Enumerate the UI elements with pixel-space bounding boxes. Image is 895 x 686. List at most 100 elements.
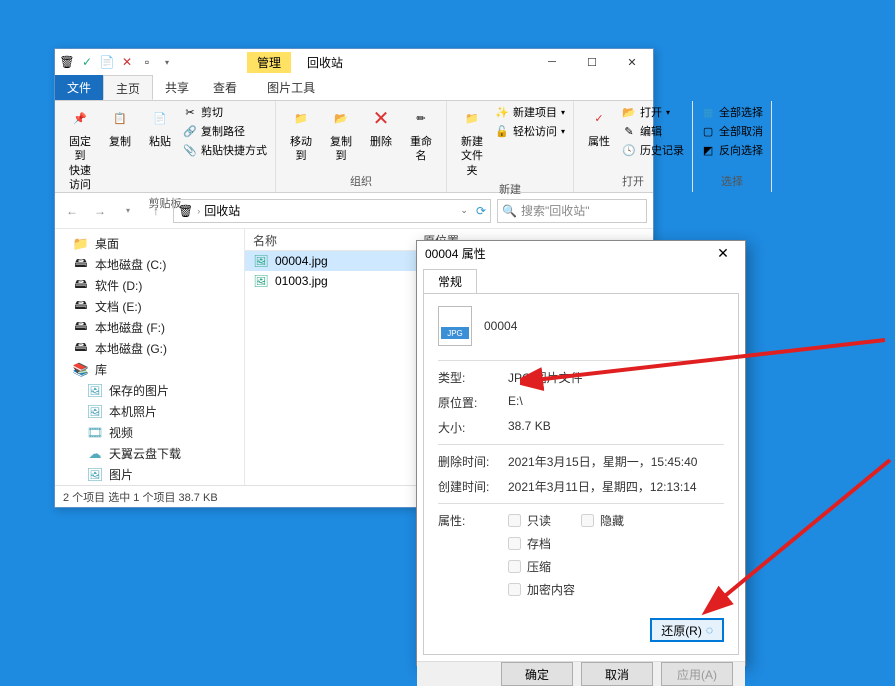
paste-shortcut-button[interactable]: 📎粘贴快捷方式 [181,141,269,159]
size-key: 大小: [438,419,508,436]
history-button[interactable]: 🕓历史记录 [620,141,686,159]
minimize-button[interactable]: ─ [535,50,569,74]
cut-button[interactable]: ✂剪切 [181,103,269,121]
nav-recent-button[interactable]: ▾ [117,200,139,222]
dialog-close-button[interactable]: ✕ [709,241,737,265]
properties-icon: ✓ [585,105,613,133]
edit-icon: ✎ [622,124,636,138]
refresh-icon[interactable]: ⟳ [476,204,486,218]
select-all-button[interactable]: ▦全部选择 [699,103,765,121]
nav-libraries[interactable]: 📚库 [55,359,244,380]
drive-icon: 🖴 [73,341,89,357]
restore-button[interactable]: 还原(R)◌ [650,618,724,642]
nav-local-c[interactable]: 🖴本地磁盘 (C:) [55,254,244,275]
qat-props-icon[interactable]: 📄 [99,54,115,70]
copy-path-button[interactable]: 🔗复制路径 [181,122,269,140]
nav-desktop[interactable]: 📁桌面 [55,233,244,254]
recycle-bin-icon: 🗑 [59,54,75,70]
readonly-checkbox[interactable]: 只读 [508,512,551,529]
copy-to-button[interactable]: 📂复制到 [322,103,360,166]
manage-tab[interactable]: 管理 [247,52,291,73]
nav-videos[interactable]: 🎞视频 [55,422,244,443]
move-to-button[interactable]: 📁移动到 [282,103,320,166]
search-box[interactable]: 🔍 搜索"回收站" [497,199,647,223]
dialog-footer: 确定 取消 应用(A) [417,661,745,686]
apply-button[interactable]: 应用(A) [661,662,733,686]
tab-general[interactable]: 常规 [423,269,477,293]
edit-button[interactable]: ✎编辑 [620,122,686,140]
organize-group-label: 组织 [282,172,440,190]
nav-camera-roll[interactable]: 🖼本机照片 [55,401,244,422]
paste-button[interactable]: 📄粘贴 [141,103,179,151]
file-name: 01003.jpg [275,274,423,288]
nav-back-button[interactable]: ← [61,200,83,222]
nav-pane[interactable]: 📁桌面 🖴本地磁盘 (C:) 🖴软件 (D:) 🖴文档 (E:) 🖴本地磁盘 (… [55,229,245,485]
tab-share[interactable]: 共享 [153,75,201,100]
qat-undo-icon[interactable]: ✕ [119,54,135,70]
open-button[interactable]: 📂打开 ▾ [620,103,686,121]
tab-view[interactable]: 查看 [201,75,249,100]
copy-path-icon: 🔗 [183,124,197,138]
tab-picture-tools[interactable]: 图片工具 [255,75,327,100]
qat-dropdown-icon[interactable]: ▾ [159,54,175,70]
dialog-titlebar: 00004 属性 ✕ [417,241,745,265]
dialog-body: JPG 00004 类型:JPG 图片文件 原位置:E:\ 大小:38.7 KB… [423,293,739,655]
select-group-label: 选择 [699,172,765,190]
search-icon: 🔍 [502,204,517,218]
nav-soft-d[interactable]: 🖴软件 (D:) [55,275,244,296]
nav-pictures[interactable]: 🖼图片 [55,464,244,485]
new-item-icon: ✨ [495,105,509,119]
jpg-file-icon: JPG [438,306,472,346]
rename-icon: ✏ [407,105,435,133]
new-folder-icon: 📁 [458,105,486,133]
drive-icon: 🖴 [73,299,89,315]
encrypted-checkbox[interactable]: 加密内容 [508,581,724,598]
delete-button[interactable]: ✕删除 [362,103,400,151]
pictures-icon: 🖼 [87,383,103,399]
nav-local-g[interactable]: 🖴本地磁盘 (G:) [55,338,244,359]
image-file-icon: 🖼 [253,273,269,289]
created-value: 2021年3月11日，星期四，12:13:14 [508,478,724,495]
invert-selection-button[interactable]: ◩反向选择 [699,141,765,159]
maximize-button[interactable]: ☐ [575,50,609,74]
cloud-icon: ☁ [87,446,103,462]
compressed-checkbox[interactable]: 压缩 [508,558,724,575]
archive-checkbox[interactable]: 存档 [508,535,724,552]
close-button[interactable]: ✕ [615,50,649,74]
rename-button[interactable]: ✏重命名 [402,103,440,166]
easy-access-button[interactable]: 🔓轻松访问 ▾ [493,122,567,140]
hidden-checkbox[interactable]: 隐藏 [581,512,624,529]
nav-up-button[interactable]: ↑ [145,200,167,222]
nav-local-f[interactable]: 🖴本地磁盘 (F:) [55,317,244,338]
invert-icon: ◩ [701,143,715,157]
window-title: 回收站 [297,52,353,73]
pictures-icon: 🖼 [87,404,103,420]
address-box[interactable]: 🗑 › 回收站 ⌄ ⟳ [173,199,491,223]
qat-new-icon[interactable]: ▫ [139,54,155,70]
nav-sky-dl[interactable]: ☁天翼云盘下载 [55,443,244,464]
pin-button[interactable]: 📌固定到 快速访问 [61,103,99,194]
video-icon: 🎞 [87,425,103,441]
ok-button[interactable]: 确定 [501,662,573,686]
copy-button[interactable]: 📋复制 [101,103,139,151]
nav-saved-pics[interactable]: 🖼保存的图片 [55,380,244,401]
nav-doc-e[interactable]: 🖴文档 (E:) [55,296,244,317]
cancel-button[interactable]: 取消 [581,662,653,686]
desktop-icon: 📁 [73,236,89,252]
properties-button[interactable]: ✓属性 [580,103,618,151]
col-name[interactable]: 名称 [245,229,415,250]
chevron-down-icon[interactable]: ⌄ [460,205,468,216]
paste-shortcut-icon: 📎 [183,143,197,157]
tab-file[interactable]: 文件 [55,75,103,100]
easy-access-icon: 🔓 [495,124,509,138]
new-item-button[interactable]: ✨新建项目 ▾ [493,103,567,121]
qat-save-icon[interactable]: ✓ [79,54,95,70]
pictures-icon: 🖼 [87,467,103,483]
type-value: JPG 图片文件 [508,369,724,386]
tab-home[interactable]: 主页 [103,75,153,100]
move-to-icon: 📁 [287,105,315,133]
nav-forward-button[interactable]: → [89,200,111,222]
select-none-button[interactable]: ▢全部取消 [699,122,765,140]
new-folder-button[interactable]: 📁新建 文件夹 [453,103,491,180]
address-text: 回收站 [204,202,240,219]
